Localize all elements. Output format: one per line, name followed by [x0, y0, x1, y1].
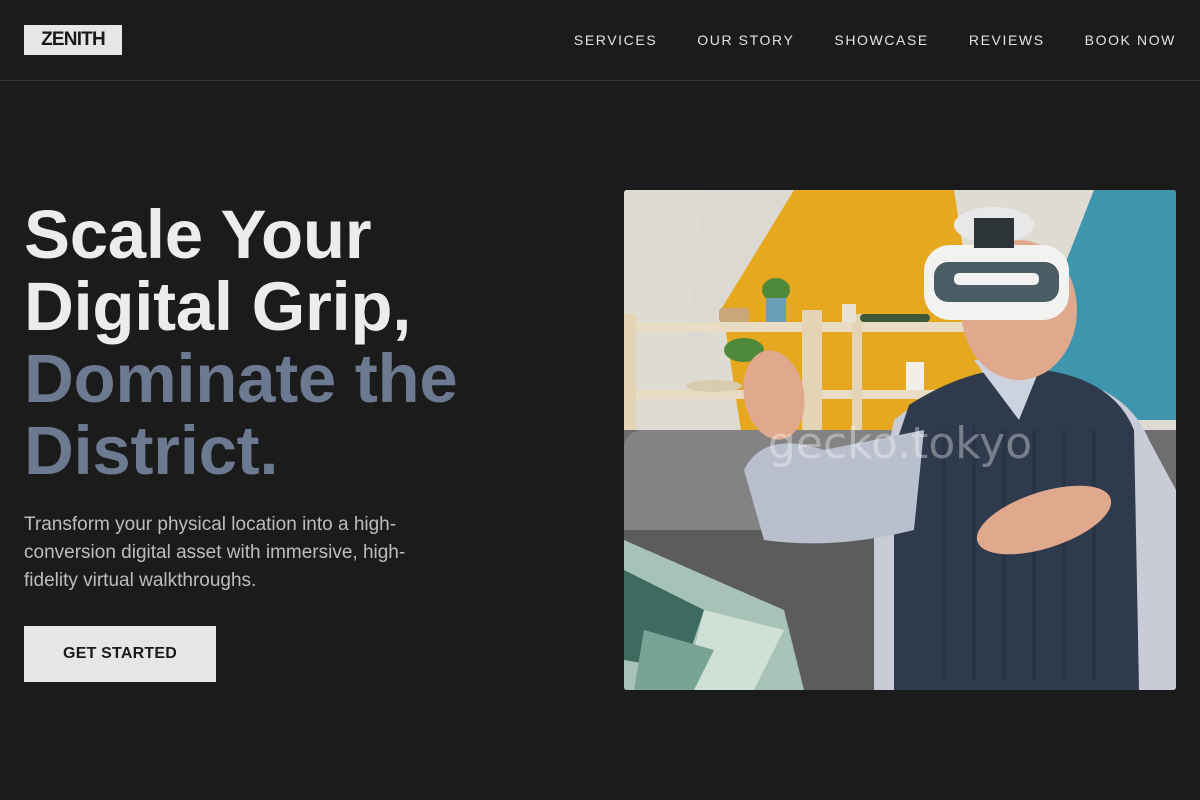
- vr-user-illustration: gecko.tokyo: [624, 190, 1176, 690]
- hero-subtitle: Transform your physical location into a …: [24, 514, 406, 591]
- site-header: ZENITH SERVICES OUR STORY SHOWCASE REVIE…: [0, 0, 1200, 81]
- headline-line-4-accent: District.: [24, 412, 279, 489]
- nav-link-services[interactable]: SERVICES: [574, 31, 657, 49]
- hero-image: gecko.tokyo: [624, 190, 1176, 690]
- nav-link-reviews[interactable]: REVIEWS: [969, 31, 1045, 49]
- nav-link-book-now[interactable]: BOOK NOW: [1085, 31, 1176, 49]
- nav-link-showcase[interactable]: SHOWCASE: [834, 31, 928, 49]
- headline-line-1: Scale Your: [24, 196, 372, 273]
- get-started-button[interactable]: GET STARTED: [24, 626, 216, 682]
- hero-headline: Scale Your Digital Grip, Dominate the Di…: [24, 199, 584, 487]
- main-nav: SERVICES OUR STORY SHOWCASE REVIEWS BOOK…: [574, 31, 1176, 49]
- watermark-text: gecko.tokyo: [768, 418, 1032, 469]
- headline-line-3-accent: Dominate the: [24, 340, 458, 417]
- brand-logo[interactable]: ZENITH: [24, 25, 122, 55]
- nav-link-our-story[interactable]: OUR STORY: [697, 31, 794, 49]
- headline-line-2: Digital Grip,: [24, 268, 412, 345]
